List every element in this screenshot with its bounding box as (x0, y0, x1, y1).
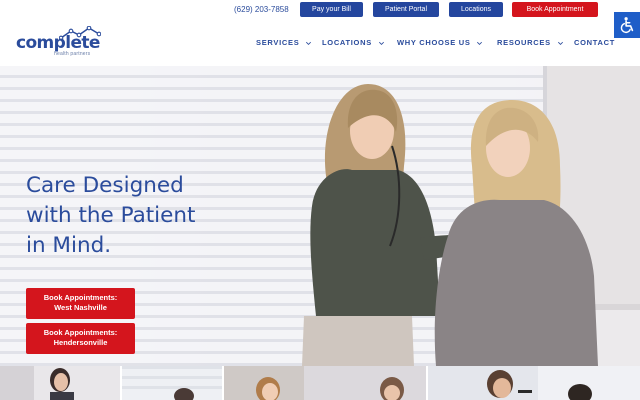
nav-item-locations[interactable]: LOCATIONS (322, 37, 385, 48)
locations-button[interactable]: Locations (449, 2, 503, 17)
hero-title-line: Care Designed (26, 173, 184, 198)
nav-item-label: SERVICES (256, 38, 300, 47)
nav-item-resources[interactable]: RESOURCES (497, 37, 564, 48)
strip-photo (428, 366, 640, 400)
nav-item-why-choose-us[interactable]: WHY CHOOSE US (397, 37, 483, 48)
strip-photo (224, 366, 426, 400)
chevron-down-icon (557, 41, 563, 45)
logo-wordmark: complete (16, 33, 100, 53)
logo-tagline: health partners (54, 51, 91, 57)
site-header: complete health partners (629) 203-7858 … (0, 0, 640, 66)
nav-item-services[interactable]: SERVICES (256, 37, 312, 48)
cta-label-line: West Nashville (54, 303, 107, 312)
cta-label-line: Hendersonville (53, 338, 108, 347)
phone-link[interactable]: (629) 203-7858 (234, 5, 289, 15)
accessibility-button[interactable] (614, 12, 640, 38)
page: complete health partners (629) 203-7858 … (0, 0, 640, 400)
nav-item-label: WHY CHOOSE US (397, 38, 471, 47)
nav-item-label: RESOURCES (497, 38, 551, 47)
hero-title-line: in Mind. (26, 233, 112, 258)
patient-portal-button[interactable]: Patient Portal (373, 2, 439, 17)
pay-bill-button[interactable]: Pay your Bill (300, 2, 363, 17)
chevron-down-icon (306, 41, 312, 45)
book-appointment-button[interactable]: Book Appointment (512, 2, 598, 17)
hero-title: Care Designed with the Patient in Mind. (26, 171, 266, 261)
strip-photo (122, 366, 222, 400)
chevron-down-icon (477, 41, 483, 45)
cta-label-line: Book Appointments: (43, 293, 118, 302)
nav-item-label: LOCATIONS (322, 38, 372, 47)
chevron-down-icon (378, 41, 384, 45)
strip-photo (0, 366, 120, 400)
nav-item-contact[interactable]: CONTACT (574, 37, 615, 48)
nav-item-label: CONTACT (574, 38, 616, 47)
wheelchair-icon (620, 17, 634, 34)
hero-section: Care Designed with the Patient in Mind. … (0, 66, 640, 366)
hero-title-line: with the Patient (26, 203, 196, 228)
book-hendersonville-button[interactable]: Book Appointments: Hendersonville (26, 323, 135, 354)
photo-strip (0, 366, 640, 400)
cta-label-line: Book Appointments: (43, 328, 118, 337)
book-west-nashville-button[interactable]: Book Appointments: West Nashville (26, 288, 135, 319)
logo[interactable]: complete health partners (16, 26, 101, 58)
